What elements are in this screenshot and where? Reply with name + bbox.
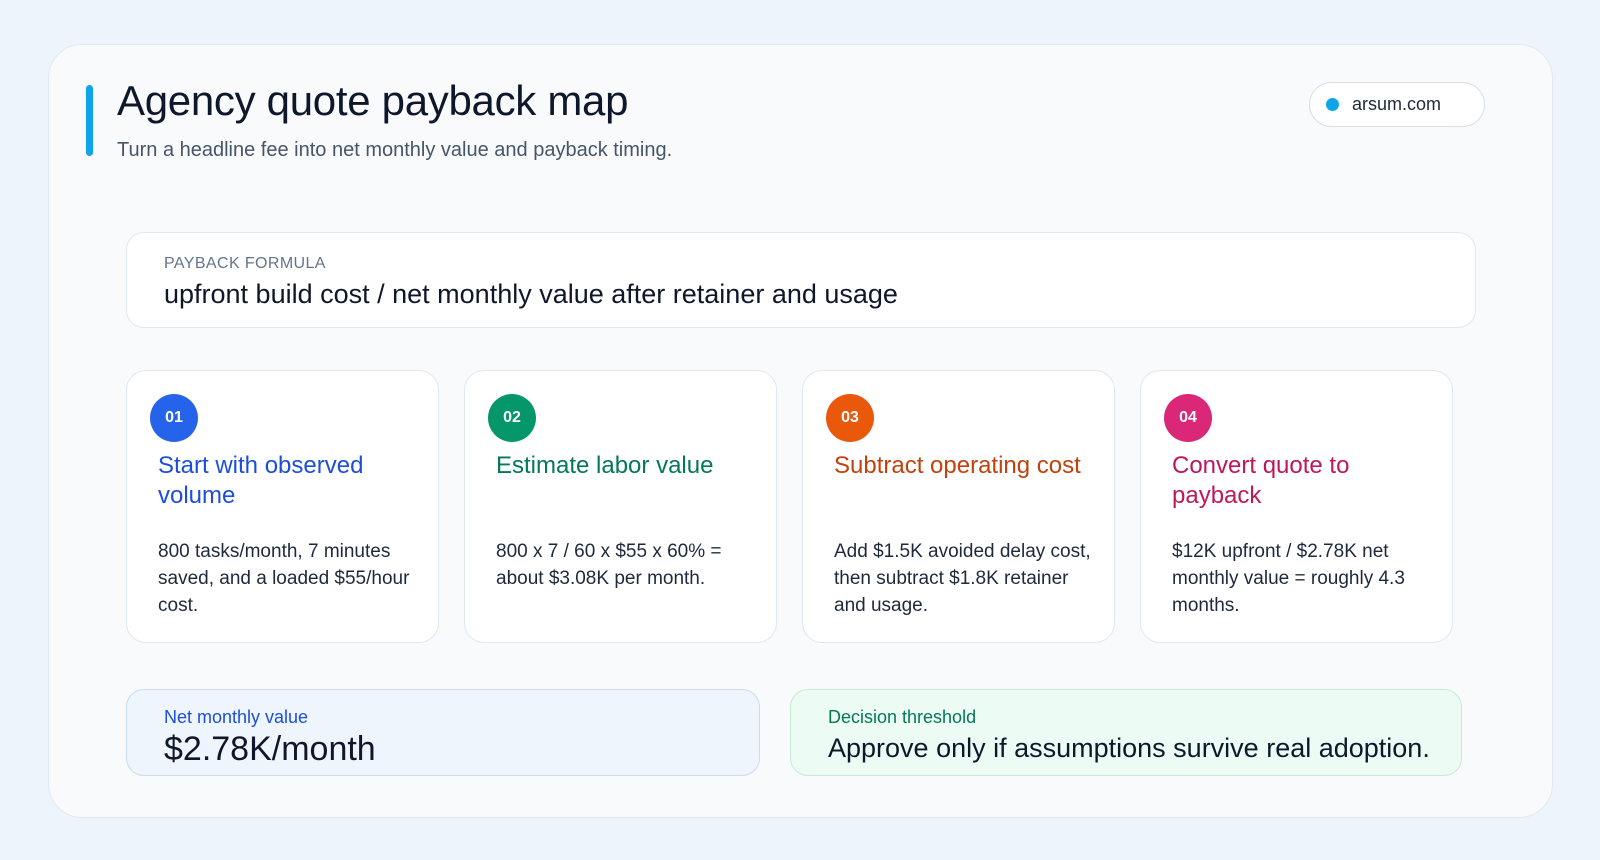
payback-card: Agency quote payback map Turn a headline…: [48, 44, 1553, 818]
net-monthly-value-label: Net monthly value: [164, 707, 309, 727]
step-card-2: 02 Estimate labor value 800 x 7 / 60 x $…: [464, 370, 777, 643]
page-subtitle: Turn a headline fee into net monthly val…: [117, 139, 673, 161]
net-monthly-value-panel: Net monthly value $2.78K/month: [126, 689, 760, 776]
step-card-3: 03 Subtract operating cost Add $1.5K avo…: [802, 370, 1115, 643]
step-description: $12K upfront / $2.78K net monthly value …: [1172, 541, 1405, 616]
brand-label: arsum.com: [1352, 94, 1442, 114]
page-title: Agency quote payback map: [117, 77, 629, 124]
net-monthly-value: $2.78K/month: [164, 730, 376, 768]
title-accent-bar: [86, 85, 93, 156]
step-description: 800 x 7 / 60 x $55 x 60% = about $3.08K …: [496, 541, 722, 589]
brand-dot-icon: [1326, 98, 1339, 111]
decision-threshold-text: Approve only if assumptions survive real…: [828, 733, 1430, 763]
decision-threshold-label: Decision threshold: [828, 707, 977, 727]
brand-badge[interactable]: arsum.com: [1309, 82, 1485, 127]
step-card-1: 01 Start with observed volume 800 tasks/…: [126, 370, 439, 643]
step-number-badge: 04: [1164, 394, 1212, 442]
step-description: 800 tasks/month, 7 minutes saved, and a …: [158, 541, 410, 616]
step-number-badge: 01: [150, 394, 198, 442]
formula-text: upfront build cost / net monthly value a…: [164, 279, 898, 309]
step-title: Estimate labor value: [496, 452, 714, 479]
step-description: Add $1.5K avoided delay cost, then subtr…: [834, 541, 1091, 616]
step-card-4: 04 Convert quote to payback $12K upfront…: [1140, 370, 1453, 643]
step-number-badge: 02: [488, 394, 536, 442]
step-title: Subtract operating cost: [834, 452, 1081, 479]
step-title: Convert quote to payback: [1172, 452, 1350, 509]
formula-label: PAYBACK FORMULA: [164, 255, 326, 272]
step-title: Start with observed volume: [158, 452, 364, 509]
formula-panel: PAYBACK FORMULA upfront build cost / net…: [126, 232, 1476, 328]
decision-threshold-panel: Decision threshold Approve only if assum…: [790, 689, 1462, 776]
step-number-badge: 03: [826, 394, 874, 442]
